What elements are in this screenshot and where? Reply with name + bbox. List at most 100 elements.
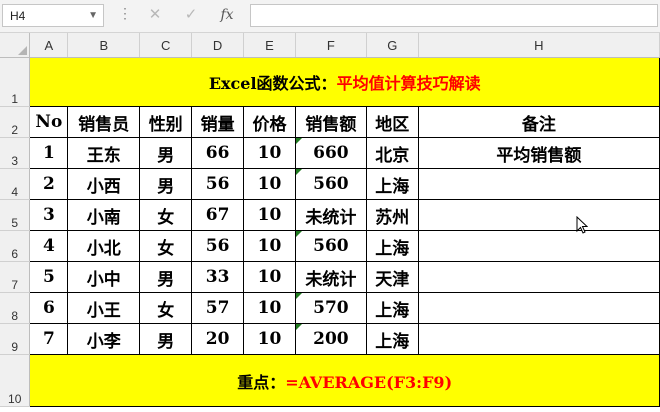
name-box-value: H4 xyxy=(10,9,26,23)
table-cell[interactable]: 570 xyxy=(294,292,367,324)
column-header-f[interactable]: F xyxy=(295,33,367,58)
title-text: Excel函数公式： xyxy=(208,74,337,93)
table-cell[interactable]: 未统计 xyxy=(294,261,367,293)
row-header-2[interactable]: 2 xyxy=(0,106,31,138)
table-cell[interactable]: 男 xyxy=(139,137,193,169)
table-cell[interactable]: 10 xyxy=(243,199,296,231)
table-cell[interactable]: 未统计 xyxy=(294,199,367,231)
footer-banner[interactable]: 重点：=AVERAGE(F3:F9) xyxy=(29,354,660,407)
column-header-e[interactable]: E xyxy=(243,33,296,58)
table-cell[interactable]: 小西 xyxy=(67,168,141,200)
row-header-1[interactable]: 1 xyxy=(0,57,31,107)
insert-function-icon[interactable]: fx xyxy=(216,4,238,26)
table-cell[interactable]: 10 xyxy=(243,261,296,293)
chevron-down-icon[interactable]: ▼ xyxy=(88,10,98,21)
table-cell[interactable]: 57 xyxy=(191,292,245,324)
table-cell[interactable]: 56 xyxy=(191,168,245,200)
table-cell[interactable]: 男 xyxy=(139,168,193,200)
table-cell[interactable]: 北京 xyxy=(365,137,419,169)
column-header-b[interactable]: B xyxy=(67,33,141,58)
header-cell[interactable]: 地区 xyxy=(365,106,419,138)
header-cell[interactable]: 销量 xyxy=(191,106,245,138)
table-cell[interactable] xyxy=(417,199,660,231)
table-cell[interactable]: 67 xyxy=(191,199,245,231)
title-highlight: 平均值计算技巧解读 xyxy=(336,74,481,93)
table-cell[interactable]: 7 xyxy=(29,323,69,355)
table-cell[interactable] xyxy=(417,168,660,200)
table-cell[interactable]: 男 xyxy=(139,323,193,355)
column-header-c[interactable]: C xyxy=(139,33,193,58)
table-cell[interactable]: 小北 xyxy=(67,230,141,262)
table-cell[interactable]: 女 xyxy=(139,199,193,231)
enter-icon[interactable]: ✓ xyxy=(180,4,202,26)
footer-label: 重点： xyxy=(237,372,286,392)
header-cell[interactable]: 备注 xyxy=(417,106,660,138)
table-cell[interactable]: 上海 xyxy=(365,292,419,324)
header-cell[interactable]: No xyxy=(29,106,69,138)
table-cell[interactable]: 10 xyxy=(243,230,296,262)
table-cell[interactable]: 4 xyxy=(29,230,69,262)
table-cell[interactable]: 男 xyxy=(139,261,193,293)
table-cell[interactable]: 女 xyxy=(139,230,193,262)
table-cell[interactable]: 560 xyxy=(294,230,367,262)
table-cell[interactable]: 小南 xyxy=(67,199,141,231)
column-header-g[interactable]: G xyxy=(366,33,419,58)
row-header-10[interactable]: 10 xyxy=(0,354,31,407)
row-header-4[interactable]: 4 xyxy=(0,168,31,200)
table-cell[interactable]: 5 xyxy=(29,261,69,293)
table-cell[interactable]: 3 xyxy=(29,199,69,231)
table-cell[interactable]: 10 xyxy=(243,323,296,355)
table-cell[interactable]: 平均销售额 xyxy=(417,137,660,169)
title-banner[interactable]: Excel函数公式：平均值计算技巧解读 xyxy=(29,57,660,107)
table-cell[interactable]: 560 xyxy=(294,168,367,200)
formula-toolbar: H4 ▼ ⋮ ✕ ✓ fx xyxy=(0,0,660,33)
column-header-d[interactable]: D xyxy=(191,33,245,58)
column-header-h[interactable]: H xyxy=(418,33,660,58)
table-cell[interactable]: 小中 xyxy=(67,261,141,293)
more-options-icon[interactable]: ⋮ xyxy=(118,5,132,22)
table-cell[interactable]: 66 xyxy=(191,137,245,169)
row-header-6[interactable]: 6 xyxy=(0,230,31,262)
table-cell[interactable]: 天津 xyxy=(365,261,419,293)
select-all-corner[interactable] xyxy=(0,33,31,58)
table-cell[interactable]: 苏州 xyxy=(365,199,419,231)
row-header-9[interactable]: 9 xyxy=(0,323,31,355)
table-cell[interactable]: 上海 xyxy=(365,323,419,355)
header-cell[interactable]: 性别 xyxy=(139,106,193,138)
table-cell[interactable]: 王东 xyxy=(67,137,141,169)
table-cell[interactable]: 小王 xyxy=(67,292,141,324)
table-cell[interactable] xyxy=(417,292,660,324)
table-cell[interactable]: 2 xyxy=(29,168,69,200)
table-cell[interactable]: 200 xyxy=(294,323,367,355)
table-cell[interactable]: 10 xyxy=(243,168,296,200)
name-box[interactable]: H4 ▼ xyxy=(2,4,104,27)
row-header-7[interactable]: 7 xyxy=(0,261,31,293)
header-cell[interactable]: 价格 xyxy=(243,106,296,138)
table-cell[interactable] xyxy=(417,323,660,355)
mouse-cursor-icon xyxy=(576,216,588,234)
table-cell[interactable]: 33 xyxy=(191,261,245,293)
cancel-icon[interactable]: ✕ xyxy=(144,4,166,26)
table-cell[interactable]: 10 xyxy=(243,292,296,324)
header-cell[interactable]: 销售员 xyxy=(67,106,141,138)
formula-bar-input[interactable] xyxy=(250,4,658,27)
table-cell[interactable]: 56 xyxy=(191,230,245,262)
table-cell[interactable]: 上海 xyxy=(365,168,419,200)
table-cell[interactable] xyxy=(417,261,660,293)
header-cell[interactable]: 销售额 xyxy=(294,106,367,138)
spreadsheet-grid: A B C D E F G H 1 Excel函数公式：平均值计算技巧解读 2 … xyxy=(0,33,660,407)
table-cell[interactable]: 女 xyxy=(139,292,193,324)
row-header-8[interactable]: 8 xyxy=(0,292,31,324)
table-cell[interactable]: 20 xyxy=(191,323,245,355)
table-cell[interactable]: 10 xyxy=(243,137,296,169)
column-header-a[interactable]: A xyxy=(29,33,69,58)
table-cell[interactable]: 1 xyxy=(29,137,69,169)
table-cell[interactable]: 上海 xyxy=(365,230,419,262)
table-cell[interactable]: 6 xyxy=(29,292,69,324)
footer-formula: =AVERAGE(F3:F9) xyxy=(285,372,453,392)
table-cell[interactable]: 小李 xyxy=(67,323,141,355)
row-header-5[interactable]: 5 xyxy=(0,199,31,231)
row-header-3[interactable]: 3 xyxy=(0,137,31,169)
table-cell[interactable] xyxy=(417,230,660,262)
table-cell[interactable]: 660 xyxy=(294,137,367,169)
